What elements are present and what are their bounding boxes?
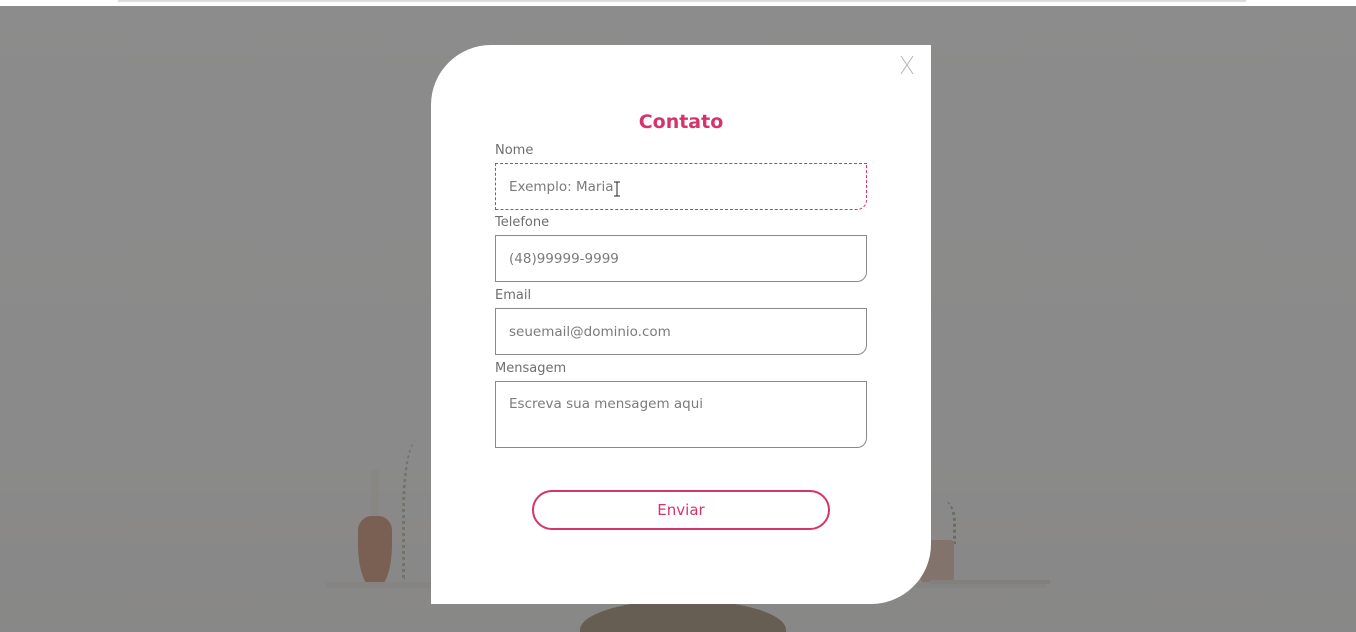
message-label: Mensagem	[495, 361, 567, 376]
submit-button[interactable]: Enviar	[532, 490, 830, 530]
modal-title: Contato	[638, 111, 724, 133]
phone-input[interactable]	[495, 235, 867, 282]
close-icon	[900, 55, 914, 75]
phone-label: Telefone	[495, 215, 550, 230]
name-label: Nome	[495, 143, 534, 158]
text-cursor-icon	[614, 181, 620, 197]
name-input[interactable]	[495, 163, 867, 210]
message-textarea[interactable]	[495, 381, 867, 448]
contact-modal: Contato Nome Telefone Email Mensagem Env…	[431, 45, 931, 604]
email-input[interactable]	[495, 308, 867, 355]
email-label: Email	[495, 288, 532, 303]
top-bar-divider	[118, 0, 1246, 2]
close-button[interactable]	[897, 53, 917, 77]
